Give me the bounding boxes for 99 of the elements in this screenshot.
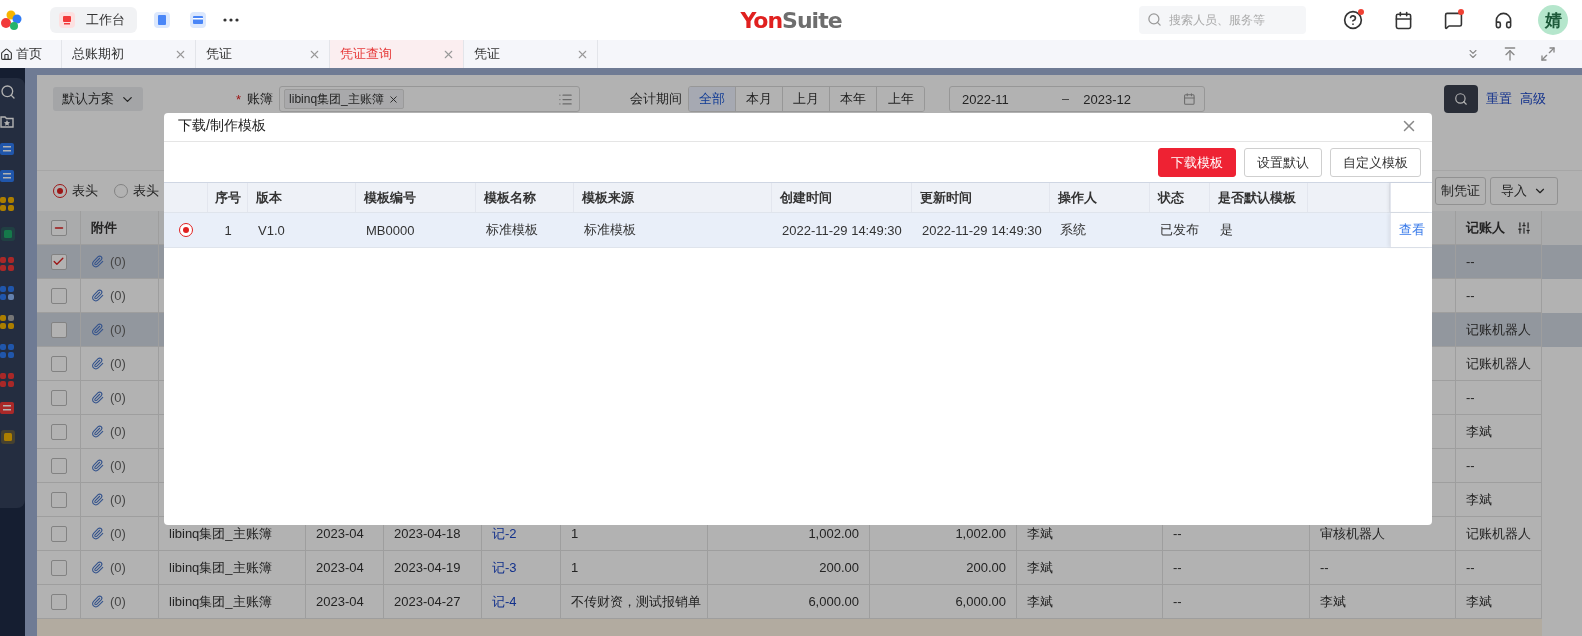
date-range-field[interactable]: 2022-11 2023-12	[949, 86, 1206, 112]
table-cell: 1,002.00	[808, 526, 859, 541]
user-avatar[interactable]: 婧	[1538, 5, 1568, 35]
required-mark: *	[236, 91, 242, 107]
attachment-count: (0)	[110, 322, 126, 337]
page-tab[interactable]: 凭证查询	[330, 40, 464, 68]
attachment-count: (0)	[110, 560, 126, 575]
table-cell: 已发布	[1160, 221, 1199, 239]
table-cell: 李斌	[1466, 422, 1492, 441]
table-cell: 李斌	[1027, 592, 1053, 611]
table-cell: 200.00	[819, 560, 859, 575]
table-cell: 1	[571, 560, 579, 575]
attachment-count: (0)	[110, 254, 126, 269]
dialog-button[interactable]: 设置默认	[1244, 148, 1322, 177]
reset-link[interactable]: 重置	[1486, 90, 1512, 108]
table-cell: --	[1173, 594, 1182, 609]
column-header: 状态	[1158, 188, 1184, 207]
workbench-button[interactable]: 工作台	[50, 7, 137, 33]
column-header: 附件	[91, 218, 117, 237]
attachment-count: (0)	[110, 356, 126, 371]
table-cell: 系统	[1060, 221, 1086, 239]
dialog-button[interactable]: 自定义模板	[1330, 148, 1421, 177]
attachment-count: (0)	[110, 526, 126, 541]
table-cell: 2023-04-19	[394, 560, 461, 575]
table-cell: --	[1466, 254, 1475, 269]
table-cell: 李斌	[1027, 524, 1053, 543]
import-button[interactable]: 导入	[1490, 177, 1558, 205]
table-cell: --	[1320, 560, 1329, 575]
column-header: 记账人	[1466, 218, 1505, 237]
scheme-dropdown[interactable]: 默认方案	[53, 87, 143, 111]
table-cell: 2023-04	[316, 594, 364, 609]
search-field[interactable]: 搜索人员、服务等	[1139, 6, 1306, 34]
column-header: 版本	[256, 188, 282, 207]
table-cell: 200.00	[966, 560, 1006, 575]
ledger-tag[interactable]: libinq集团_主账簿	[284, 89, 404, 109]
table-cell: --	[1466, 560, 1475, 575]
column-header: 是否默认模板	[1218, 188, 1296, 207]
table-cell: V1.0	[258, 222, 285, 238]
copy-voucher-button[interactable]: 制凭证	[1435, 177, 1486, 205]
download-button[interactable]: 下载模板	[1158, 148, 1236, 177]
table-cell: 是	[1220, 221, 1233, 239]
brand-logo: YonSuite	[740, 7, 842, 33]
table-cell: 记账机器人	[1466, 354, 1531, 373]
ledger-field[interactable]: libinq集团_主账簿	[279, 86, 581, 112]
table-cell: 标准模板	[584, 221, 636, 239]
voucher-link[interactable]: 记-2	[492, 524, 517, 543]
column-header: 操作人	[1058, 188, 1097, 207]
column-header: 创建时间	[780, 188, 832, 207]
table-cell: 记账机器人	[1466, 320, 1531, 339]
column-header: 模板来源	[582, 188, 634, 207]
table-cell: 李斌	[1466, 490, 1492, 509]
table-cell: 1	[224, 222, 232, 238]
table-cell: --	[1173, 560, 1182, 575]
table-cell: 1,002.00	[955, 526, 1006, 541]
attachment-count: (0)	[110, 594, 126, 609]
table-cell: libinq集团_主账簿	[169, 592, 272, 611]
table-cell: --	[1466, 458, 1475, 473]
table-cell: --	[1466, 390, 1475, 405]
column-header: 模板名称	[484, 188, 536, 207]
voucher-link[interactable]: 记-3	[492, 558, 517, 577]
radio-label: 表头	[133, 182, 159, 200]
table-cell: 2023-04-27	[394, 594, 461, 609]
table-cell: libinq集团_主账簿	[169, 524, 272, 543]
column-header: 模板编号	[364, 188, 416, 207]
voucher-link[interactable]: 记-4	[492, 592, 517, 611]
dialog-title: 下载/制作模板	[178, 117, 266, 135]
table-cell: libinq集团_主账簿	[169, 558, 272, 577]
table-cell: --	[1173, 526, 1182, 541]
field-label: 会计期间	[630, 90, 683, 108]
table-cell: 2023-04	[316, 526, 364, 541]
attachment-count: (0)	[110, 492, 126, 507]
table-cell: 1	[571, 526, 579, 541]
table-cell: MB0000	[366, 222, 415, 238]
table-cell: 6,000.00	[808, 594, 859, 609]
table-cell: 审核机器人	[1320, 524, 1385, 543]
table-cell: 李斌	[1027, 558, 1053, 577]
column-header: 更新时间	[920, 188, 972, 207]
table-cell: 李斌	[1466, 592, 1492, 611]
table-row[interactable]: 1 V1.0 MB0000 标准模板 标准模板 2022-11-29 14:49:30 2022-11-29 14:49:30 系统 已发布 是 查看	[164, 213, 1432, 248]
table-cell: 2022-11-29 14:49:30	[782, 222, 902, 238]
table-cell: 2022-11-29 14:49:30	[922, 222, 1042, 238]
period-option[interactable]: 全部	[689, 87, 737, 111]
table-cell: 记账机器人	[1466, 524, 1531, 543]
table-cell: 标准模板	[486, 221, 538, 239]
advanced-link[interactable]: 高级	[1520, 90, 1546, 108]
attachment-count: (0)	[110, 424, 126, 439]
view-link[interactable]: 查看	[1398, 221, 1425, 239]
column-header: 序号	[214, 188, 241, 207]
attachment-count: (0)	[110, 390, 126, 405]
table-cell: 不传财资，测试报销单	[571, 592, 701, 611]
table-cell: 2023-04	[316, 560, 364, 575]
attachment-count: (0)	[110, 288, 126, 303]
table-cell: 2023-04-18	[394, 526, 461, 541]
table-cell: 6,000.00	[955, 594, 1006, 609]
field-label: 账簿	[247, 90, 274, 108]
table-cell: 李斌	[1320, 592, 1346, 611]
attachment-count: (0)	[110, 458, 126, 473]
radio-label: 表头	[72, 182, 98, 200]
table-cell: --	[1466, 288, 1475, 303]
